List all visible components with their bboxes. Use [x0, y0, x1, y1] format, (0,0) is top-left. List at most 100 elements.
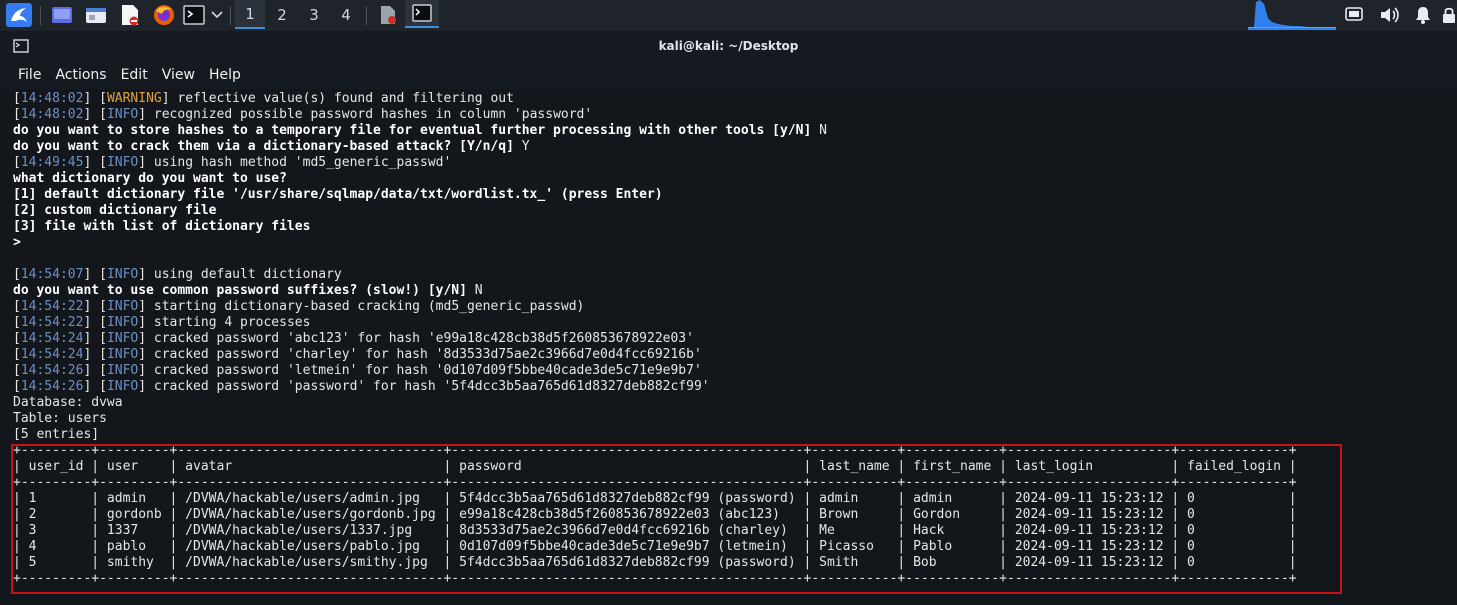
kali-menu-icon[interactable] — [4, 3, 34, 27]
prompt-text: do you want to store hashes to a tempora… — [13, 123, 812, 138]
workspace-4[interactable]: 4 — [331, 0, 361, 29]
menu-edit[interactable]: Edit — [114, 67, 155, 83]
prompt-line: do you want to crack them via a dictiona… — [13, 139, 1297, 155]
prompt-answer: Y — [513, 139, 530, 154]
terminal-launcher-icon[interactable] — [182, 3, 206, 27]
workspace-3[interactable]: 3 — [299, 0, 329, 29]
log-timestamp: 14:54:26 — [20, 363, 84, 378]
log-level: INFO — [106, 299, 139, 314]
table-row: | 2 | gordonb | /DVWA/hackable/users/gor… — [13, 507, 1297, 522]
prompt-text: what dictionary do you want to use? — [13, 171, 287, 186]
terminal-lines: [14:48:02] [WARNING] reflective value(s)… — [13, 91, 1297, 587]
table-header-row: | user_id | user | avatar | password | l… — [13, 459, 1297, 474]
panel-separator — [230, 6, 231, 25]
log-level: INFO — [106, 155, 139, 170]
log-line: [14:54:22] [INFO] starting 4 processes — [13, 315, 311, 330]
log-level: INFO — [106, 315, 139, 330]
table-row: | 3 | 1337 | /DVWA/hackable/users/1337.j… — [13, 523, 1297, 538]
workspace-2[interactable]: 2 — [267, 0, 297, 29]
log-line: [14:54:24] [INFO] cracked password 'abc1… — [13, 331, 694, 346]
log-timestamp: 14:54:22 — [20, 315, 84, 330]
prompt-text: do you want to crack them via a dictiona… — [13, 139, 514, 154]
log-level: WARNING — [106, 91, 162, 106]
log-level: INFO — [106, 107, 139, 122]
log-message: cracked password 'letmein' for hash '0d1… — [153, 363, 702, 378]
lock-screen-icon[interactable] — [1440, 3, 1457, 27]
log-level: INFO — [106, 363, 139, 378]
log-line: [14:54:26] [INFO] cracked password 'pass… — [13, 379, 710, 394]
terminal-output[interactable]: [14:48:02] [WARNING] reflective value(s)… — [0, 89, 1457, 605]
text-editor-icon[interactable] — [117, 3, 143, 27]
output-line: Table: users — [13, 411, 107, 426]
log-timestamp: 14:54:24 — [20, 347, 84, 362]
log-timestamp: 14:54:24 — [20, 331, 84, 346]
log-message: using default dictionary — [153, 267, 342, 282]
prompt-text: > — [13, 235, 21, 250]
log-level: INFO — [106, 379, 139, 394]
window-title: kali@kali: ~/Desktop — [658, 39, 799, 53]
prompt-line: > — [13, 235, 1297, 251]
cpu-graph-icon — [1248, 0, 1336, 30]
prompt-line: [3] file with list of dictionary files — [13, 219, 1297, 235]
menu-bar: File Actions Edit View Help — [0, 61, 1457, 89]
output-line: [5 entries] — [13, 427, 100, 442]
log-timestamp: 14:54:22 — [20, 299, 84, 314]
log-line: [14:54:07] [INFO] using default dictiona… — [13, 267, 342, 282]
log-timestamp: 14:48:02 — [20, 91, 84, 106]
log-message: using hash method 'md5_generic_passwd' — [153, 155, 452, 170]
display-icon[interactable] — [1343, 3, 1365, 27]
table-border: +---------+---------+-------------------… — [13, 571, 1297, 586]
menu-view[interactable]: View — [155, 67, 202, 83]
window-titlebar[interactable]: kali@kali: ~/Desktop — [0, 31, 1457, 61]
firefox-icon[interactable] — [151, 3, 177, 27]
panel-separator — [40, 6, 41, 25]
table-row: | 4 | pablo | /DVWA/hackable/users/pablo… — [13, 539, 1297, 554]
prompt-line: do you want to store hashes to a tempora… — [13, 123, 1297, 139]
log-timestamp: 14:48:02 — [20, 107, 84, 122]
log-level: INFO — [106, 331, 139, 346]
prompt-answer: N — [811, 123, 827, 138]
log-timestamp: 14:49:45 — [20, 155, 84, 170]
log-message: cracked password 'abc123' for hash 'e99a… — [153, 331, 694, 346]
show-desktop-icon[interactable] — [49, 3, 75, 27]
log-message: starting 4 processes — [153, 315, 311, 330]
prompt-text: [2] custom dictionary file — [13, 203, 217, 218]
prompt-line: [1] default dictionary file '/usr/share/… — [13, 187, 1297, 203]
output-line: Database: dvwa — [13, 395, 123, 410]
panel-separator — [366, 6, 367, 25]
prompt-line: what dictionary do you want to use? — [13, 171, 1297, 187]
log-timestamp: 14:54:07 — [20, 267, 84, 282]
log-level: INFO — [106, 267, 139, 282]
prompt-text: do you want to use common password suffi… — [13, 283, 467, 298]
volume-icon[interactable] — [1377, 3, 1401, 27]
table-row: | 5 | smithy | /DVWA/hackable/users/smit… — [13, 555, 1297, 570]
log-line: [14:54:24] [INFO] cracked password 'char… — [13, 347, 702, 362]
log-level: INFO — [106, 347, 139, 362]
taskbar-terminal-window-icon[interactable] — [405, 0, 439, 28]
menu-actions[interactable]: Actions — [48, 67, 113, 83]
log-line: [14:48:02] [INFO] recognized possible pa… — [13, 107, 593, 122]
workspace-1[interactable]: 1 — [235, 0, 265, 29]
menu-file[interactable]: File — [11, 67, 48, 83]
log-line: [14:49:45] [INFO] using hash method 'md5… — [13, 155, 452, 170]
log-timestamp: 14:54:26 — [20, 379, 84, 394]
table-border: +---------+---------+-------------------… — [13, 475, 1297, 490]
file-manager-icon[interactable] — [83, 3, 109, 27]
prompt-answer: N — [466, 283, 483, 298]
top-panel: 1 2 3 4 — [0, 0, 1457, 32]
table-row: | 1 | admin | /DVWA/hackable/users/admin… — [13, 491, 1297, 506]
log-line: [14:48:02] [WARNING] reflective value(s)… — [13, 91, 514, 106]
log-message: starting dictionary-based cracking (md5_… — [153, 299, 585, 314]
prompt-line: do you want to use common password suffi… — [13, 283, 1297, 299]
taskbar-editor-window-icon[interactable] — [375, 3, 401, 27]
log-message: recognized possible password hashes in c… — [153, 107, 593, 122]
menu-help[interactable]: Help — [202, 67, 248, 83]
prompt-line: [2] custom dictionary file — [13, 203, 1297, 219]
chevron-down-icon[interactable] — [207, 3, 227, 27]
log-message: reflective value(s) found and filtering … — [177, 91, 514, 106]
prompt-text: [3] file with list of dictionary files — [13, 219, 311, 234]
log-message: cracked password 'charley' for hash '8d3… — [153, 347, 702, 362]
notification-bell-icon[interactable] — [1412, 3, 1434, 27]
log-message: cracked password 'password' for hash '5f… — [153, 379, 710, 394]
